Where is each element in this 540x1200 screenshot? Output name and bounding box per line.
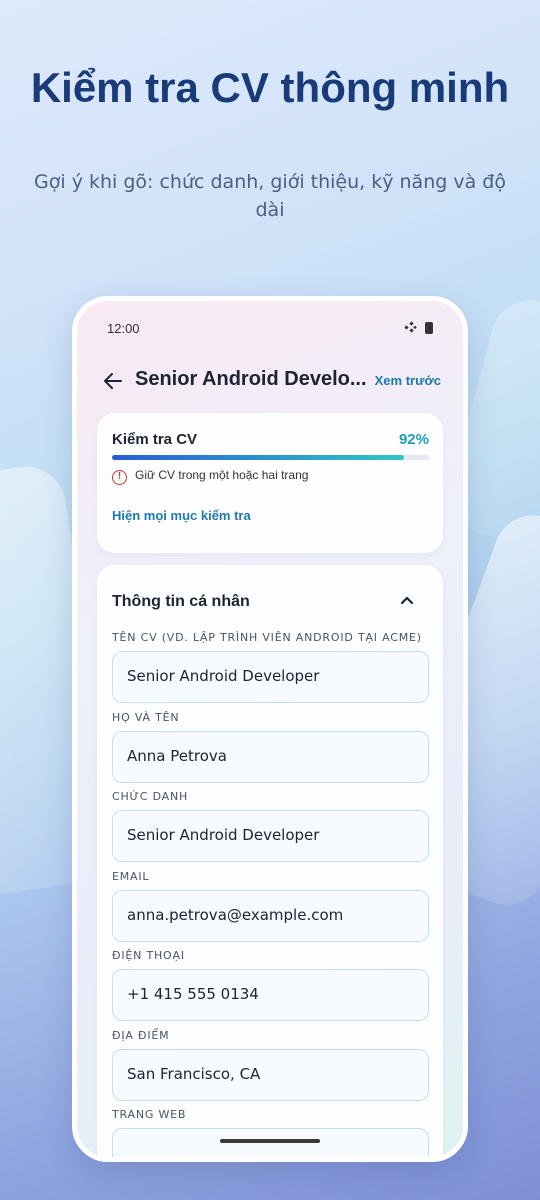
signal-icon bbox=[404, 321, 417, 333]
website-input[interactable] bbox=[112, 1128, 429, 1157]
cv-check-percent: 92% bbox=[398, 431, 429, 448]
chevron-up-icon[interactable] bbox=[397, 591, 417, 611]
cv-check-progress-track bbox=[112, 455, 429, 460]
cv-check-progress-fill bbox=[112, 455, 404, 460]
home-indicator[interactable] bbox=[220, 1139, 320, 1143]
phone-frame: 12:00 Senior Android Develo... Xem trước… bbox=[72, 296, 468, 1162]
cv-name-input[interactable]: Senior Android Developer bbox=[112, 651, 429, 703]
status-bar: 12:00 bbox=[107, 321, 433, 337]
show-all-checks-link[interactable]: Hiện mọi mục kiểm tra bbox=[112, 508, 251, 523]
full-name-input[interactable]: Anna Petrova bbox=[112, 731, 429, 783]
email-input[interactable]: anna.petrova@example.com bbox=[112, 890, 429, 942]
preview-button[interactable]: Xem trước bbox=[375, 373, 441, 388]
app-bar: Senior Android Develo... Xem trước bbox=[101, 365, 441, 401]
phone-input[interactable]: +1 415 555 0134 bbox=[112, 969, 429, 1021]
job-title-input[interactable]: Senior Android Developer bbox=[112, 810, 429, 862]
back-arrow-icon[interactable] bbox=[101, 369, 125, 393]
full-name-label: HỌ VÀ TÊN bbox=[112, 711, 180, 724]
promo-headline: Kiểm tra CV thông minh bbox=[30, 64, 510, 111]
location-input[interactable]: San Francisco, CA bbox=[112, 1049, 429, 1101]
promo-subtitle: Gợi ý khi gõ: chức danh, giới thiệu, kỹ … bbox=[34, 171, 506, 221]
location-label: ĐỊA ĐIỂM bbox=[112, 1029, 170, 1042]
email-label: EMAIL bbox=[112, 870, 150, 883]
cv-check-title: Kiểm tra CV bbox=[112, 431, 198, 448]
website-label: TRANG WEB bbox=[112, 1108, 187, 1121]
app-bar-title: Senior Android Develo... bbox=[135, 368, 367, 390]
status-time: 12:00 bbox=[107, 321, 140, 336]
cv-check-card: Kiểm tra CV 92% ! Giữ CV trong một hoặc … bbox=[97, 413, 443, 553]
job-title-label: CHỨC DANH bbox=[112, 790, 189, 803]
cv-name-label: TÊN CV (VD. LẬP TRÌNH VIÊN ANDROID TẠI A… bbox=[112, 631, 422, 644]
personal-info-title: Thông tin cá nhân bbox=[112, 593, 250, 610]
warning-icon: ! bbox=[112, 470, 127, 485]
battery-icon bbox=[425, 321, 433, 334]
phone-label: ĐIỆN THOẠI bbox=[112, 949, 185, 962]
personal-info-card: Thông tin cá nhân TÊN CV (VD. LẬP TRÌNH … bbox=[97, 565, 443, 1157]
cv-check-warning: Giữ CV trong một hoặc hai trang bbox=[135, 468, 309, 482]
